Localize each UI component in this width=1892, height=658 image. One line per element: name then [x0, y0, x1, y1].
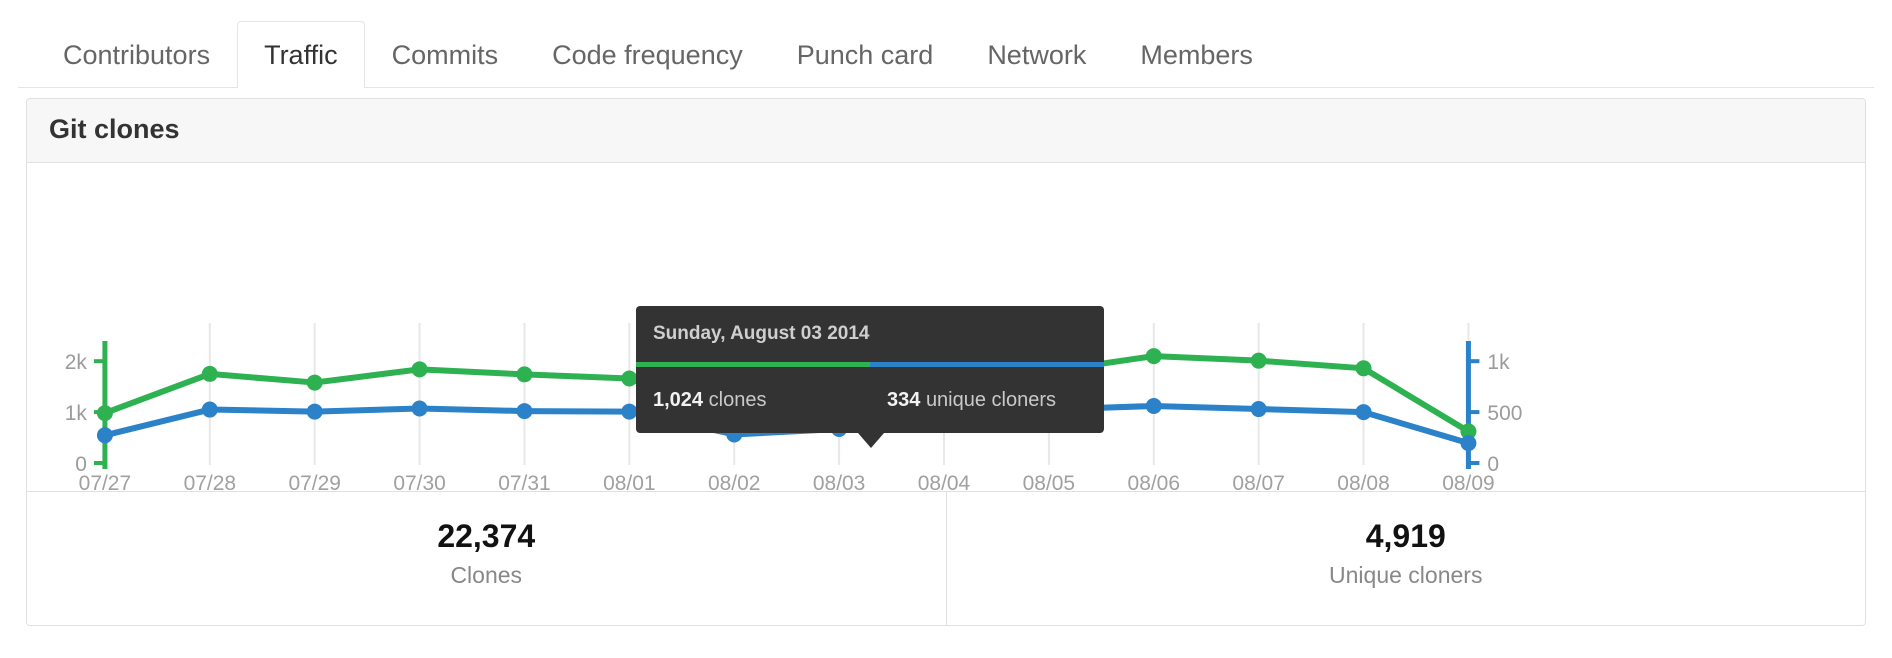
right-axis-tick-label: 1k: [1487, 351, 1510, 374]
data-point[interactable]: [1250, 352, 1267, 369]
summary-label: Unique cloners: [1329, 561, 1483, 588]
data-point[interactable]: [516, 402, 533, 419]
graph-container: 0 1k 2k 0 500 1k 07/27 07/28 07/29 07/30 07/31 08…: [27, 162, 1865, 491]
data-point[interactable]: [621, 370, 638, 387]
tab-commits[interactable]: Commits: [365, 21, 526, 88]
data-point[interactable]: [96, 404, 113, 421]
tooltip-clones-label: clones: [708, 388, 767, 411]
x-axis-label: 08/09: [1442, 472, 1494, 491]
panel-header: Git clones: [27, 99, 1865, 163]
chart-x-axis-labels: 07/27 07/28 07/29 07/30 07/31 08/01 08/02 08/03…: [79, 472, 1495, 491]
tooltip-uniques-value: 334: [887, 388, 921, 411]
x-axis-label: 07/29: [288, 472, 340, 491]
traffic-summary: 22,374 Clones 4,919 Unique cloners: [27, 490, 1866, 625]
chart-right-axis: 05001k: [1465, 340, 1522, 476]
data-point[interactable]: [621, 403, 638, 420]
tooltip-date: Sunday, August 03 2014: [653, 322, 870, 344]
git-clones-panel: Git clones 0 1k 2k 0 500 1k 07/27 07/28 07/29 0…: [26, 98, 1866, 626]
tab-contributors[interactable]: Contributors: [36, 21, 237, 88]
tab-punch-card[interactable]: Punch card: [770, 21, 961, 88]
data-point[interactable]: [96, 426, 113, 443]
x-axis-label: 07/28: [184, 472, 236, 491]
data-point[interactable]: [1250, 400, 1267, 417]
tooltip-uniques-cell: 334 unique cloners: [870, 367, 1104, 433]
data-point[interactable]: [306, 403, 323, 420]
tooltip-arrow: [858, 432, 884, 448]
chart-tooltip: Sunday, August 03 2014 1,024 clones 334 …: [636, 305, 1104, 448]
tooltip-clones-cell: 1,024 clones: [636, 367, 870, 433]
x-axis-label: 07/30: [393, 472, 445, 491]
tab-code-frequency[interactable]: Code frequency: [525, 21, 770, 88]
tooltip-uniques-label: unique cloners: [925, 388, 1057, 411]
x-axis-label: 08/04: [918, 472, 971, 491]
data-point[interactable]: [516, 366, 533, 383]
data-point[interactable]: [1145, 397, 1162, 414]
x-axis-label: 08/02: [708, 472, 760, 491]
tooltip-values: 1,024 clones 334 unique cloners: [636, 367, 1104, 433]
data-point[interactable]: [411, 361, 428, 378]
x-axis-label: 08/01: [603, 472, 655, 491]
x-axis-label: 08/06: [1128, 472, 1180, 491]
data-point[interactable]: [411, 400, 428, 417]
summary-value: 22,374: [437, 517, 536, 554]
page-title: Git clones: [49, 114, 180, 144]
x-axis-label: 08/05: [1023, 472, 1075, 491]
summary-value: 4,919: [1365, 517, 1446, 554]
left-axis-tick-label: 1k: [65, 402, 88, 425]
graphs-tabnav: Contributors Traffic Commits Code frequency…: [18, 0, 1874, 89]
tab-members[interactable]: Members: [1113, 21, 1280, 88]
x-axis-label: 07/31: [498, 472, 550, 491]
left-axis-tick-label: 2k: [65, 351, 88, 374]
data-point[interactable]: [201, 401, 218, 418]
data-point[interactable]: [1145, 347, 1162, 364]
x-axis-label: 08/03: [813, 472, 865, 491]
summary-col-clones: 22,374 Clones: [27, 492, 946, 625]
tooltip-clones-value: 1,024: [653, 388, 704, 411]
x-axis-label: 07/27: [79, 472, 131, 491]
data-point[interactable]: [1355, 359, 1372, 376]
x-axis-label: 08/08: [1337, 472, 1389, 491]
data-point[interactable]: [306, 374, 323, 391]
x-axis-label: 08/07: [1232, 472, 1284, 491]
summary-label: Clones: [450, 561, 523, 588]
data-point[interactable]: [201, 365, 218, 382]
data-point[interactable]: [1460, 434, 1477, 451]
summary-col-unique-cloners: 4,919 Unique cloners: [945, 491, 1866, 625]
tab-traffic[interactable]: Traffic: [237, 21, 365, 89]
right-axis-tick-label: 500: [1487, 402, 1522, 425]
data-point[interactable]: [1355, 403, 1372, 420]
tab-network[interactable]: Network: [960, 21, 1113, 88]
tab-list: Contributors Traffic Commits Code frequency…: [36, 21, 1280, 89]
